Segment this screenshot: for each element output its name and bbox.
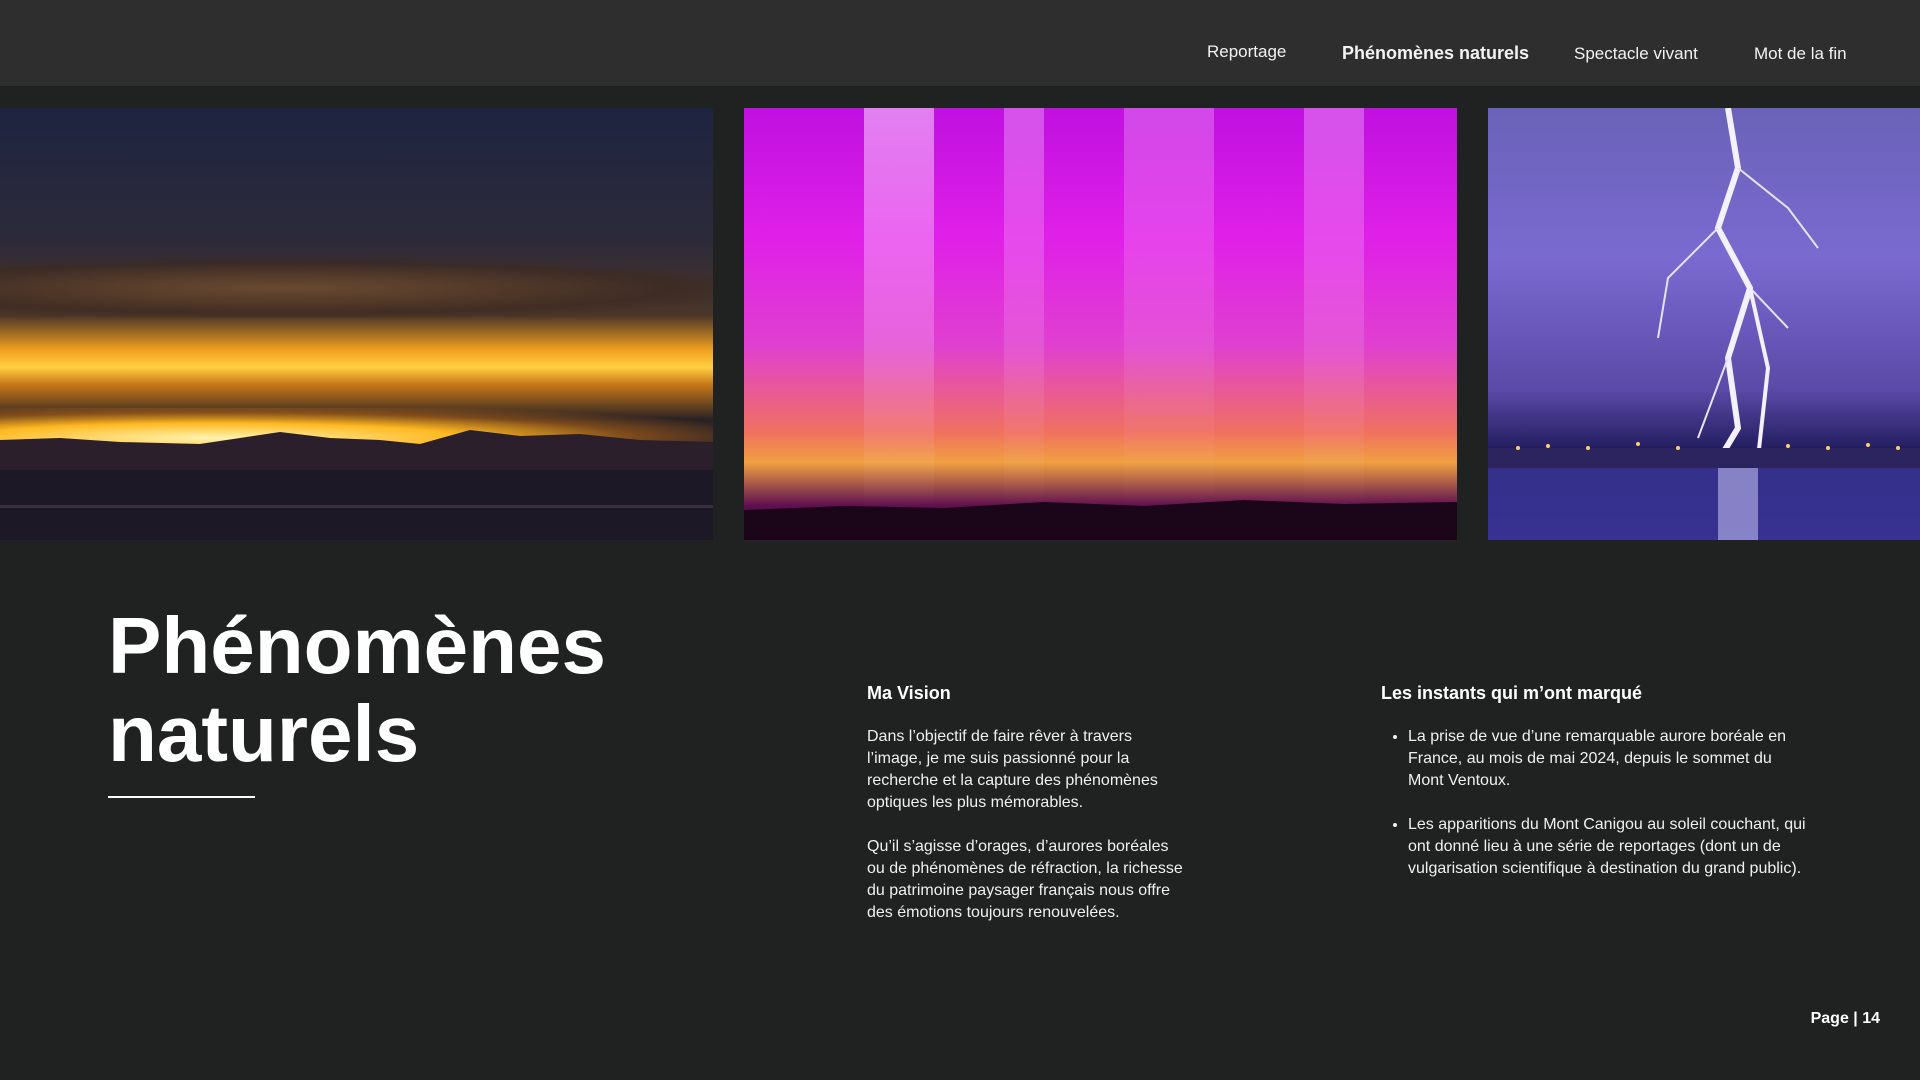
page-title-line2: naturels	[108, 689, 420, 778]
lightning-photo	[1488, 108, 1920, 540]
vision-paragraph-1: Dans l’objectif de faire rêver à travers…	[867, 728, 1158, 811]
nav-item-reportage[interactable]: Reportage	[1207, 42, 1286, 62]
list-item: Les apparitions du Mont Canigou au solei…	[1408, 814, 1808, 880]
top-navigation-bar: Reportage Phénomènes naturels Spectacle …	[0, 0, 1920, 86]
page-title: Phénomènes naturels	[108, 602, 708, 778]
list-item: La prise de vue d’une remarquable aurore…	[1408, 726, 1808, 792]
aurora-photo	[744, 108, 1457, 540]
page-title-line1: Phénomènes	[108, 601, 606, 690]
title-underline-divider	[108, 796, 255, 798]
nav-item-spectacle-vivant[interactable]: Spectacle vivant	[1574, 44, 1698, 64]
vision-heading: Ma Vision	[867, 683, 951, 703]
sunset-photo	[0, 108, 713, 540]
nav-item-mot-de-la-fin[interactable]: Mot de la fin	[1754, 44, 1847, 64]
moments-heading: Les instants qui m’ont marqué	[1381, 683, 1643, 703]
page-number: Page | 14	[1810, 1010, 1880, 1027]
nav-item-phenomenes-naturels[interactable]: Phénomènes naturels	[1342, 43, 1529, 64]
vision-paragraph-2: Qu’il s’agisse d’orages, d’aurores boréa…	[867, 838, 1183, 921]
moments-list: La prise de vue d’une remarquable aurore…	[1381, 726, 1808, 902]
